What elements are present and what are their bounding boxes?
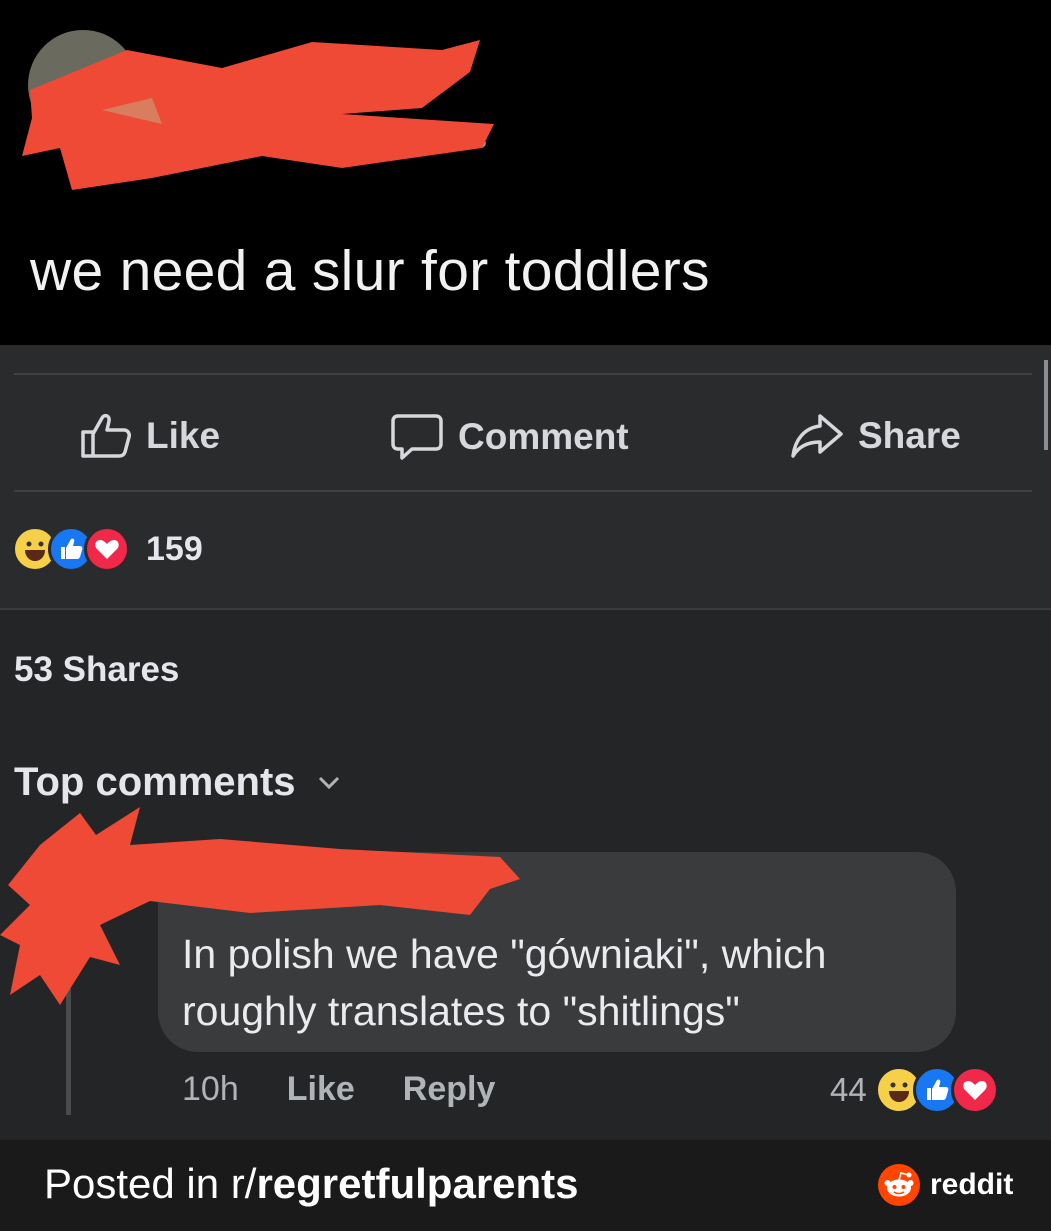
- shares-count[interactable]: 53 Shares: [14, 650, 179, 690]
- reddit-wordmark: reddit: [930, 1168, 1014, 1201]
- love-reaction-icon: [950, 1066, 999, 1114]
- share-icon: [791, 414, 843, 458]
- divider: [14, 373, 1032, 375]
- comment-sort-label: Top comments: [14, 760, 296, 804]
- like-icon: [81, 413, 131, 458]
- reddit-logo-icon: [878, 1164, 920, 1206]
- divider: [0, 608, 1051, 610]
- comment-reply-button[interactable]: Reply: [403, 1070, 496, 1109]
- comment-time: 10h: [182, 1070, 239, 1108]
- comment-icon: [391, 414, 443, 460]
- like-button[interactable]: Like: [80, 412, 220, 460]
- share-label: Share: [858, 415, 961, 456]
- comment-reactions[interactable]: 44: [830, 1066, 999, 1114]
- share-button[interactable]: Share: [790, 412, 961, 460]
- comment-button[interactable]: Comment: [390, 412, 629, 462]
- reddit-brand[interactable]: reddit: [878, 1164, 1013, 1206]
- posted-in-text: Posted in r/regretfulparents: [44, 1160, 579, 1208]
- comment-label: Comment: [458, 416, 629, 457]
- redaction-mark: [22, 40, 494, 190]
- scrollbar[interactable]: [1044, 360, 1048, 450]
- chevron-down-icon: [318, 776, 339, 789]
- posted-in-prefix: Posted in r/: [44, 1160, 257, 1207]
- comment-like-button[interactable]: Like: [287, 1070, 355, 1109]
- comment-text: In polish we have "gówniaki", which roug…: [182, 931, 827, 1034]
- comment-meta: 10h Like Reply: [182, 1070, 543, 1109]
- reaction-count: 159: [146, 529, 203, 568]
- divider: [14, 490, 1032, 492]
- comment-sort-dropdown[interactable]: Top comments: [14, 760, 340, 805]
- love-reaction-icon: [84, 526, 130, 572]
- post-text: we need a slur for toddlers: [30, 239, 710, 303]
- subreddit-link[interactable]: regretfulparents: [256, 1160, 578, 1207]
- reactions-summary[interactable]: 159: [12, 526, 203, 572]
- like-label: Like: [146, 415, 221, 456]
- comment-reaction-count: 44: [830, 1071, 867, 1108]
